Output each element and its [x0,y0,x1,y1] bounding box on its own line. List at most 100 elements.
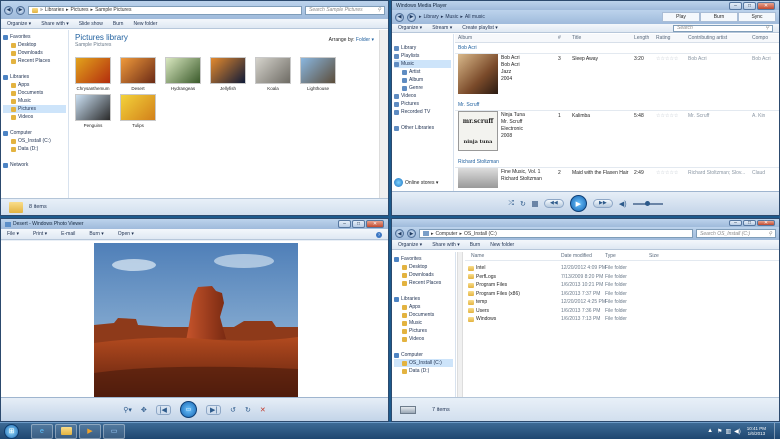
burn-menu[interactable]: Burn ▾ [89,231,103,237]
previous-icon[interactable]: |◀ [155,404,171,415]
wmp-nav-other-libraries[interactable]: Other Libraries [394,124,451,132]
search-input[interactable]: Search ⚲ [673,24,773,32]
network-icon[interactable]: ▥ [725,428,731,435]
next-icon[interactable]: ▶▶ [592,199,613,208]
nav-item-recent-places[interactable]: Recent Places [394,279,453,287]
wmp-nav-pictures[interactable]: Pictures [394,100,451,108]
breadcrumb-music[interactable]: Music [445,14,458,20]
open-menu[interactable]: Open ▾ [118,231,134,237]
nav-item-network[interactable]: Network [3,161,66,169]
wmp-nav-videos[interactable]: Videos [394,92,451,100]
new-folder-command[interactable]: New folder [133,21,157,27]
nav-item-data-d[interactable]: Data (D:) [3,145,66,153]
album-artist-header[interactable]: Richard Stoltzman [455,157,779,168]
wmp-nav-music[interactable]: Music [394,60,451,68]
help-icon[interactable]: ? [376,232,382,238]
tab-burn[interactable]: Burn [700,12,738,22]
back-button[interactable]: ◀ [395,229,404,238]
picture-tile[interactable]: Penguins [75,94,111,128]
slide-show-command[interactable]: Slide show [79,21,103,27]
previous-icon[interactable]: ◀◀ [543,199,564,208]
close-button[interactable]: ✕ [757,220,775,226]
close-button[interactable]: ✕ [366,220,384,228]
close-button[interactable]: ✕ [757,1,775,10]
file-row[interactable]: Program Files (x86) 1/6/2013 7:37 PM File … [465,290,779,299]
column-header-length[interactable]: Length [631,35,653,41]
organize-menu[interactable]: Organize ▾ [398,25,422,31]
explorer-taskbar-icon[interactable] [55,423,77,439]
rating-stars[interactable]: ☆☆☆☆☆ [653,113,685,119]
file-row[interactable]: Windows 1/6/2013 7:13 PM File folder [465,315,779,324]
picture-tile[interactable]: Jellyfish [210,57,246,91]
back-button[interactable]: ◀ [4,5,13,15]
rotate-right-icon[interactable]: ↻ [245,406,251,414]
column-header-type[interactable]: Type [599,253,643,259]
breadcrumb-library[interactable]: Library [424,14,439,20]
nav-item-documents[interactable]: Documents [3,89,66,97]
start-button[interactable]: ⊞ [4,423,19,439]
file-row[interactable]: Program Files 1/6/2013 10:21 PM File folde… [465,281,779,290]
track-row[interactable]: 1 Kalimba 5:48 ☆☆☆☆☆ Mr. Scruff A. Kin [555,112,779,120]
breadcrumb-all-music[interactable]: All music [465,14,485,20]
search-input[interactable]: Search OS_Install (C:) ⚲ [696,229,776,238]
delete-icon[interactable]: ✕ [260,406,266,414]
nav-item-music[interactable]: Music [394,319,453,327]
nav-item-computer[interactable]: Computer [394,351,453,359]
column-header-date-modified[interactable]: Date modified [555,253,599,259]
maximize-button[interactable]: □ [352,220,365,228]
media-player-taskbar-icon[interactable]: ▶ [79,423,101,439]
nav-item-pictures[interactable]: Pictures [394,327,453,335]
wmp-nav-album[interactable]: Album [394,76,451,84]
minimize-button[interactable]: – [729,220,742,226]
wmp-nav-genre[interactable]: Genre [394,84,451,92]
new-folder-command[interactable]: New folder [490,242,514,248]
rotate-left-icon[interactable]: ↺ [230,406,236,414]
column-header-[interactable]: # [555,35,569,41]
share-with-command[interactable]: Share with ▾ [432,242,460,248]
forward-button[interactable]: ▶ [407,229,416,238]
e-mail-menu[interactable]: E-mail [61,231,75,237]
breadcrumb-computer[interactable]: Computer [436,231,458,237]
ie-taskbar-icon[interactable]: e [31,423,53,439]
search-input[interactable]: Search Sample Pictures ⚲ [305,5,385,15]
column-header-contributing-artist[interactable]: Contributing artist [685,35,749,41]
stop-icon[interactable] [531,200,538,207]
track-row[interactable]: 2 Maid with the Flaxen Hair 2:49 ☆☆☆☆☆ Richa… [555,169,779,177]
organize-command[interactable]: Organize ▾ [7,21,31,27]
nav-item-os-install-c[interactable]: OS_Install (C:) [3,137,66,145]
picture-tile[interactable]: Hydrangeas [165,57,201,91]
nav-item-music[interactable]: Music [3,97,66,105]
back-button[interactable]: ◀ [395,12,404,22]
album-artist-header[interactable]: Mr. Scruff [455,100,779,111]
wmp-nav-recorded-tv[interactable]: Recorded TV [394,108,451,116]
share-with-command[interactable]: Share with ▾ [41,21,69,27]
breadcrumb-os-install[interactable]: OS_Install (C:) [464,231,497,237]
picture-tile[interactable]: Desert [120,57,156,91]
create-playlist-menu[interactable]: Create playlist ▾ [462,25,498,31]
nav-item-videos[interactable]: Videos [394,335,453,343]
minimize-button[interactable]: – [729,1,742,10]
column-header-name[interactable]: Name [465,253,555,259]
nav-item-favorites[interactable]: Favorites [3,33,66,41]
picture-tile[interactable]: Lighthouse [300,57,336,91]
play-button[interactable]: ▶ [569,195,587,212]
column-header-compo[interactable]: Compo [749,35,779,41]
nav-item-recent-places[interactable]: Recent Places [3,57,66,65]
nav-item-computer[interactable]: Computer [3,129,66,137]
show-desktop-button[interactable] [774,422,780,439]
picture-tile[interactable]: Chrysanthemum [75,57,111,91]
file-row[interactable]: Intel 12/20/2012 4:09 PM File folder [465,264,779,273]
forward-button[interactable]: ▶ [16,5,25,15]
address-field[interactable]: ▸ Computer ▸ OS_Install (C:) [419,229,693,238]
next-icon[interactable]: ▶| [205,404,222,415]
nav-item-apps[interactable]: Apps [394,303,453,311]
print-menu[interactable]: Print ▾ [33,231,47,237]
column-header-title[interactable]: Title [569,35,631,41]
wmp-nav-artist[interactable]: Artist [394,68,451,76]
nav-scrollbar[interactable] [457,252,463,398]
nav-item-desktop[interactable]: Desktop [394,263,453,271]
nav-item-downloads[interactable]: Downloads [394,271,453,279]
vertical-scrollbar[interactable] [379,30,388,200]
tab-play[interactable]: Play [662,12,700,22]
rating-stars[interactable]: ☆☆☆☆☆ [653,170,685,176]
